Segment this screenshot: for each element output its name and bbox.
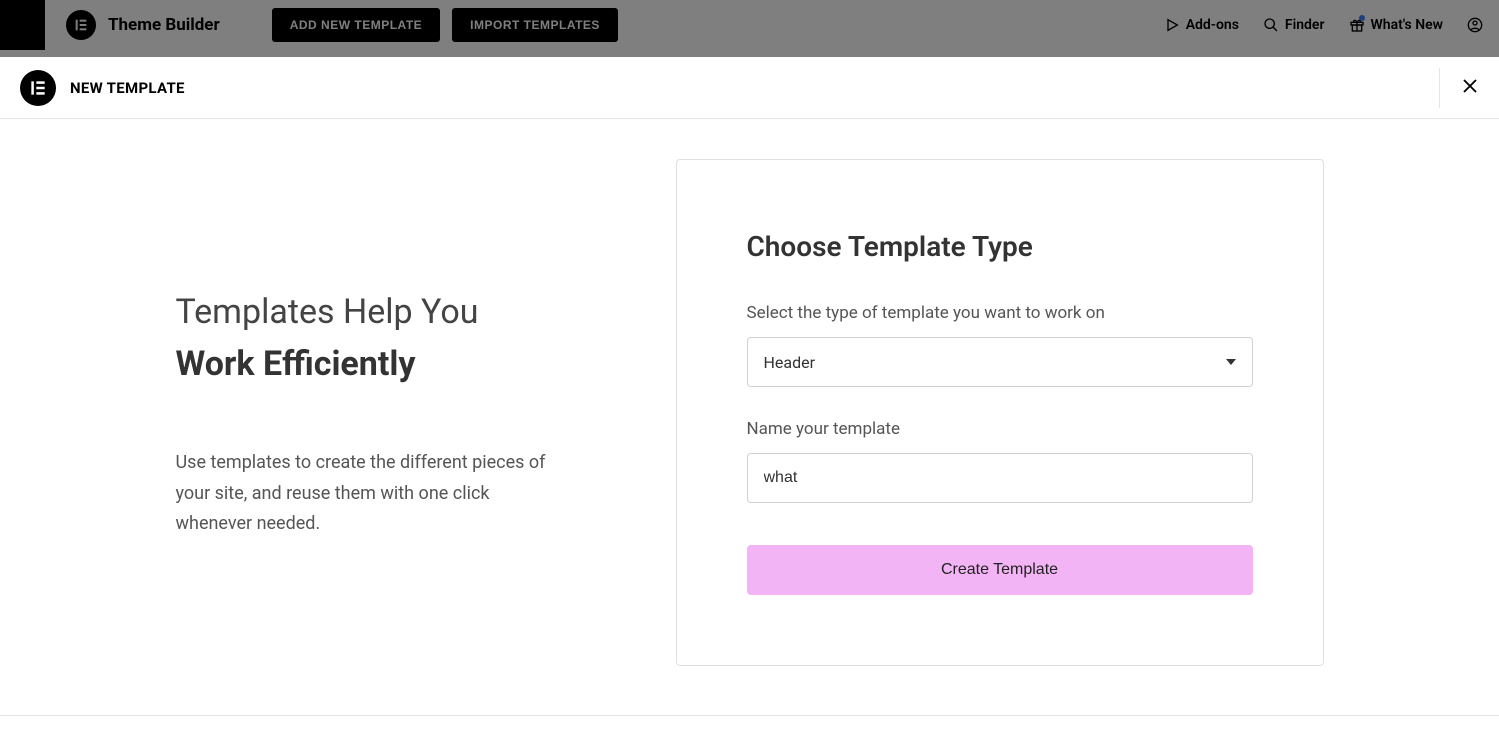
info-paragraph: Use templates to create the different pi… — [176, 448, 556, 540]
modal-title: NEW TEMPLATE — [70, 79, 185, 97]
create-template-button[interactable]: Create Template — [747, 545, 1253, 595]
form-card: Choose Template Type Select the type of … — [676, 159, 1324, 666]
template-type-selected: Header — [764, 353, 816, 372]
dim-overlay — [0, 0, 1499, 57]
template-name-input[interactable] — [747, 453, 1253, 503]
info-column: Templates Help You Work Efficiently Use … — [176, 159, 676, 540]
template-type-select[interactable]: Header — [747, 337, 1253, 387]
modal-body: Templates Help You Work Efficiently Use … — [0, 119, 1499, 716]
form-heading: Choose Template Type — [747, 230, 1253, 263]
template-type-label: Select the type of template you want to … — [747, 303, 1253, 323]
modal-header: NEW TEMPLATE — [0, 57, 1499, 119]
info-heading-bold: Work Efficiently — [176, 341, 676, 389]
template-name-label: Name your template — [747, 419, 1253, 439]
chevron-down-icon — [1226, 359, 1236, 365]
close-button[interactable] — [1439, 68, 1479, 108]
close-icon — [1461, 77, 1479, 99]
elementor-logo-icon — [20, 70, 56, 106]
info-heading-light: Templates Help You — [176, 289, 676, 337]
